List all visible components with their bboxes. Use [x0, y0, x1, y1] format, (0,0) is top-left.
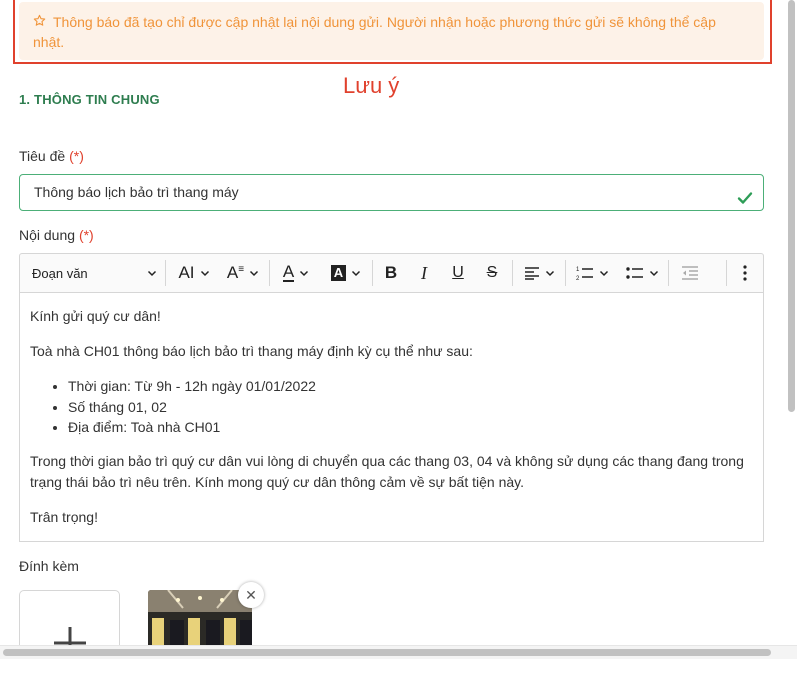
attachment-thumbnail[interactable] [148, 590, 252, 650]
rich-text-editor[interactable]: Kính gửi quý cư dân! Toà nhà CH01 thông … [19, 293, 764, 542]
horizontal-scrollbar[interactable] [3, 649, 771, 656]
editor-greeting: Kính gửi quý cư dân! [30, 308, 161, 324]
chevron-down-icon [352, 270, 361, 277]
content-label-text: Nội dung [19, 227, 76, 243]
list-item: Địa điểm: Toà nhà CH01 [68, 417, 316, 438]
editor-closing: Trân trọng! [30, 509, 98, 525]
editor-toolbar: Đoạn văn AI A ≡ A A B I U S 12 [19, 253, 764, 293]
svg-text:2: 2 [576, 276, 580, 281]
bullet-list-button[interactable] [620, 254, 664, 292]
notice-banner: Thông báo đã tạo chỉ được cập nhật lại n… [19, 2, 764, 60]
notice-text: Thông báo đã tạo chỉ được cập nhật lại n… [33, 14, 716, 50]
more-vertical-icon [743, 265, 747, 281]
outdent-button[interactable] [675, 254, 705, 292]
editor-intro: Toà nhà CH01 thông báo lịch bảo trì than… [30, 343, 473, 359]
more-options-button[interactable] [732, 254, 758, 292]
required-marker: (*) [69, 148, 84, 164]
bullet-list-icon [625, 267, 643, 279]
strikethrough-button[interactable]: S [479, 254, 505, 292]
title-input[interactable]: Thông báo lịch bảo trì thang máy [19, 174, 764, 211]
svg-text:1: 1 [576, 267, 580, 273]
required-marker: (*) [78, 227, 94, 243]
chevron-down-icon [599, 270, 608, 277]
title-input-value: Thông báo lịch bảo trì thang máy [34, 184, 239, 200]
font-size-icon: AI [178, 263, 195, 282]
numbered-list-button[interactable]: 12 [571, 254, 613, 292]
font-family-button[interactable]: A ≡ [223, 254, 263, 292]
title-label-text: Tiêu đề [19, 148, 66, 164]
vertical-scrollbar[interactable] [788, 0, 795, 412]
elevator-lobby-image [148, 590, 252, 650]
list-item: Số tháng 01, 02 [68, 397, 316, 418]
chevron-down-icon [300, 270, 309, 277]
annotation-label: Lưu ý [343, 73, 400, 98]
numbered-list-icon: 12 [576, 267, 593, 281]
editor-bullet-list: Thời gian: Từ 9h - 12h ngày 01/01/2022 S… [68, 376, 316, 438]
chevron-down-icon [649, 270, 658, 277]
bold-button[interactable]: B [378, 254, 404, 292]
title-field-label: Tiêu đề (*) [19, 148, 84, 164]
align-button[interactable] [519, 254, 559, 292]
paragraph-style-select[interactable]: Đoạn văn [32, 254, 157, 292]
align-left-icon [524, 267, 539, 280]
font-size-button[interactable]: AI [174, 254, 214, 292]
chevron-down-icon [147, 270, 157, 277]
font-family-icon: A [226, 263, 239, 282]
font-color-icon: A [282, 262, 295, 282]
list-item: Thời gian: Từ 9h - 12h ngày 01/01/2022 [68, 376, 316, 397]
close-icon: ✕ [245, 586, 257, 603]
chevron-down-icon [200, 270, 209, 277]
star-outline-icon [33, 12, 47, 32]
chevron-down-icon [250, 270, 259, 277]
chevron-down-icon [545, 270, 554, 277]
highlight-color-button[interactable]: A [325, 254, 367, 292]
italic-button[interactable]: I [411, 254, 437, 292]
check-icon [737, 184, 753, 204]
attachments-label: Đính kèm [19, 558, 79, 574]
content-field-label: Nội dung (*) [19, 227, 94, 243]
section-title: 1. THÔNG TIN CHUNG [19, 92, 160, 107]
paragraph-style-value: Đoạn văn [32, 265, 88, 281]
window-bottom [0, 659, 797, 675]
editor-body: Trong thời gian bảo trì quý cư dân vui l… [30, 453, 744, 490]
font-color-button[interactable]: A [276, 254, 316, 292]
highlight-icon: A [330, 265, 347, 281]
outdent-icon [682, 266, 698, 280]
remove-attachment-button[interactable]: ✕ [238, 582, 264, 608]
underline-button[interactable]: U [445, 254, 471, 292]
